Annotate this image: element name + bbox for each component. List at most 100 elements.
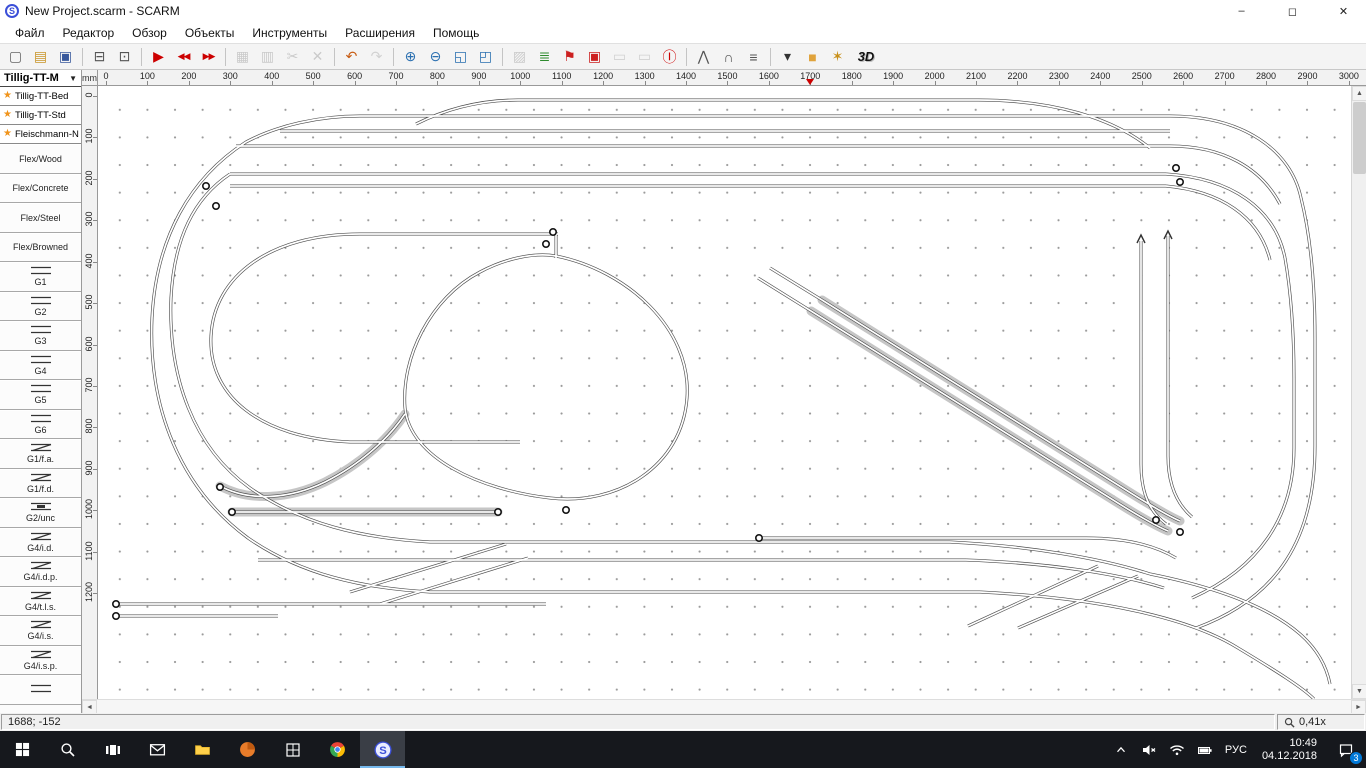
print-button[interactable]: ⊟ [87,46,112,68]
vertical-scrollbar[interactable]: ▲ ▼ [1351,86,1366,699]
volume-button[interactable] [1135,731,1163,768]
selected-track-info-button[interactable]: ▣ [582,46,607,68]
new-file-button[interactable]: ▢ [3,46,28,68]
track-segment[interactable] [968,566,1098,626]
track-endpoint[interactable] [543,241,549,247]
track-segment[interactable] [1166,186,1270,260]
track-segment[interactable] [405,255,688,499]
track-button-G4/i.s.p.[interactable]: G4/i.s.p. [0,646,81,676]
library-selector[interactable]: Tillig-TT-M ▼ [0,70,81,87]
track-segment[interactable] [770,268,822,300]
taskbar-app-browser[interactable] [225,731,270,768]
track-button-G4/t.l.s.[interactable]: G4/t.l.s. [0,587,81,617]
copy-button[interactable]: ▦ [230,46,255,68]
bridge-button[interactable]: ⋀ [691,46,716,68]
paste-button[interactable]: ▥ [255,46,280,68]
track-segment[interactable] [211,234,558,442]
action-center-button[interactable]: 3 [1326,731,1366,768]
layers-button[interactable]: ≣ [532,46,557,68]
print-preview-button[interactable]: ⊡ [112,46,137,68]
zoom-out-button[interactable]: ⊖ [423,46,448,68]
track-endpoint[interactable] [1173,165,1179,171]
save-button[interactable]: ▣ [53,46,78,68]
track-segment[interactable] [1196,198,1315,628]
track-segment[interactable] [1141,241,1166,524]
track-segment[interactable] [380,558,528,604]
track-segment[interactable] [966,560,1164,588]
open-folder-button[interactable]: ▤ [28,46,53,68]
taskbar-app-mail[interactable] [135,731,180,768]
track-button-extra[interactable] [0,675,81,705]
heights-button[interactable]: ≡ [741,46,766,68]
track-segment[interactable] [980,592,1238,648]
figures-button[interactable]: ⚑ [557,46,582,68]
track-button-G4/i.d.p.[interactable]: G4/i.d.p. [0,557,81,587]
track-button-G4/i.d.[interactable]: G4/i.d. [0,528,81,558]
track-segment[interactable] [220,414,405,497]
horizontal-scrollbar[interactable]: ◄ ► [82,699,1366,713]
zoom-window-button[interactable]: ◱ [448,46,473,68]
network-button[interactable] [1163,731,1191,768]
track-endpoint[interactable] [217,484,223,490]
drawing-canvas[interactable] [98,86,1351,699]
first-point-button[interactable]: ▶ [146,46,171,68]
taskbar-app-explorer[interactable] [180,731,225,768]
track-segment[interactable] [1166,186,1270,260]
track-segment[interactable] [950,542,1150,574]
scroll-right-button[interactable]: ► [1351,700,1366,714]
menu-item-1[interactable]: Редактор [54,24,124,42]
track-button-Flex/Steel[interactable]: Flex/Steel [0,203,81,233]
redo-button[interactable]: ↷ [364,46,389,68]
menu-item-3[interactable]: Объекты [176,24,244,42]
tunnel-button[interactable]: ∩ [716,46,741,68]
track-segment[interactable] [518,100,1150,148]
track-segment[interactable] [350,544,506,592]
track-endpoint[interactable] [756,535,762,541]
search-button[interactable] [45,731,90,768]
track-segment[interactable] [171,174,950,542]
close-button[interactable]: ✕ [1321,0,1366,22]
track-button-G4/i.s.[interactable]: G4/i.s. [0,616,81,646]
taskbar-app-chrome[interactable] [315,731,360,768]
track-segment[interactable] [416,100,518,124]
objects-dropdown-button[interactable]: ▾ [775,46,800,68]
undo-button[interactable]: ↶ [339,46,364,68]
track-button-G4[interactable]: G4 [0,351,81,381]
track-segment[interactable] [1192,258,1294,598]
track-endpoint[interactable] [203,183,209,189]
object-box-button[interactable]: ■ [800,46,825,68]
tray-expand-button[interactable] [1107,731,1135,768]
track-segment[interactable] [1018,576,1138,628]
menu-item-4[interactable]: Инструменты [243,24,336,42]
track-segment[interactable] [966,560,1164,588]
zoom-in-button[interactable]: ⊕ [398,46,423,68]
next-point-button[interactable]: ▶▶ [196,46,221,68]
track-segment[interactable] [1141,241,1166,524]
track-segment[interactable] [405,255,688,499]
track-segment[interactable] [246,116,1170,142]
vertical-scroll-thumb[interactable] [1353,102,1366,174]
insert-image-button[interactable]: ▨ [507,46,532,68]
scroll-left-button[interactable]: ◄ [82,700,97,714]
taskbar-clock[interactable]: 10:49 04.12.2018 [1253,731,1326,768]
battery-button[interactable] [1191,731,1219,768]
track-segment[interactable] [211,234,558,442]
flashlight-button[interactable]: ✶ [825,46,850,68]
favorite-library-0[interactable]: ★Tillig-TT-Bed [0,87,81,106]
track-endpoint[interactable] [1177,179,1183,185]
track-endpoint[interactable] [1177,529,1183,535]
maximize-button[interactable]: ◻ [1270,0,1315,22]
cut-button[interactable]: ✂ [280,46,305,68]
track-segment[interactable] [246,116,1170,142]
track-button-Flex/Wood[interactable]: Flex/Wood [0,144,81,174]
track-button-G2/unc[interactable]: G2/unc [0,498,81,528]
menu-item-0[interactable]: Файл [6,24,54,42]
track-button-G3[interactable]: G3 [0,321,81,351]
taskbar-app-scarm[interactable]: S [360,731,405,768]
favorite-library-1[interactable]: ★Tillig-TT-Std [0,106,81,125]
track-segment[interactable] [1150,574,1330,684]
favorite-library-2[interactable]: ★Fleischmann-N [0,125,81,144]
track-segment[interactable] [152,142,980,592]
track-segment[interactable] [416,100,518,124]
language-selector[interactable]: РУС [1219,731,1253,768]
